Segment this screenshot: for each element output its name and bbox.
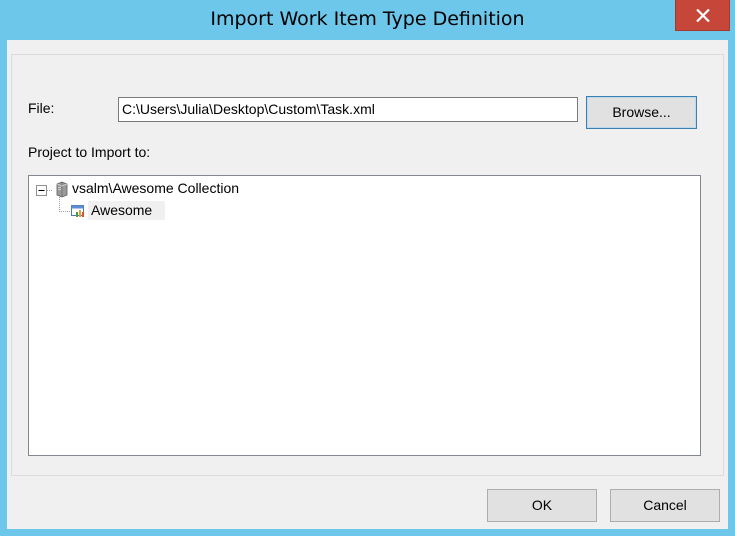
project-tree[interactable]: vsalm\Awesome Collection Awesome: [28, 175, 701, 456]
tree-root-label[interactable]: vsalm\Awesome Collection: [72, 180, 239, 196]
project-label: Project to Import to:: [28, 144, 151, 160]
file-label: File:: [28, 100, 55, 116]
ok-button[interactable]: OK: [487, 489, 597, 522]
file-path-input[interactable]: C:\Users\Julia\Desktop\Custom\Task.xml: [118, 97, 578, 122]
dialog-title: Import Work Item Type Definition: [210, 8, 525, 30]
dialog-body: File: C:\Users\Julia\Desktop\Custom\Task…: [7, 40, 728, 529]
collapse-minus-icon[interactable]: [36, 185, 47, 196]
close-icon: [696, 9, 710, 22]
tree-item-awesome[interactable]: Awesome: [91, 202, 152, 218]
content-panel: File: C:\Users\Julia\Desktop\Custom\Task…: [11, 54, 724, 476]
cancel-button[interactable]: Cancel: [610, 489, 720, 522]
title-bar[interactable]: Import Work Item Type Definition: [0, 0, 735, 40]
close-button[interactable]: [675, 0, 730, 31]
server-icon: [56, 181, 68, 198]
browse-button[interactable]: Browse...: [586, 96, 697, 129]
team-project-icon: [71, 205, 84, 217]
